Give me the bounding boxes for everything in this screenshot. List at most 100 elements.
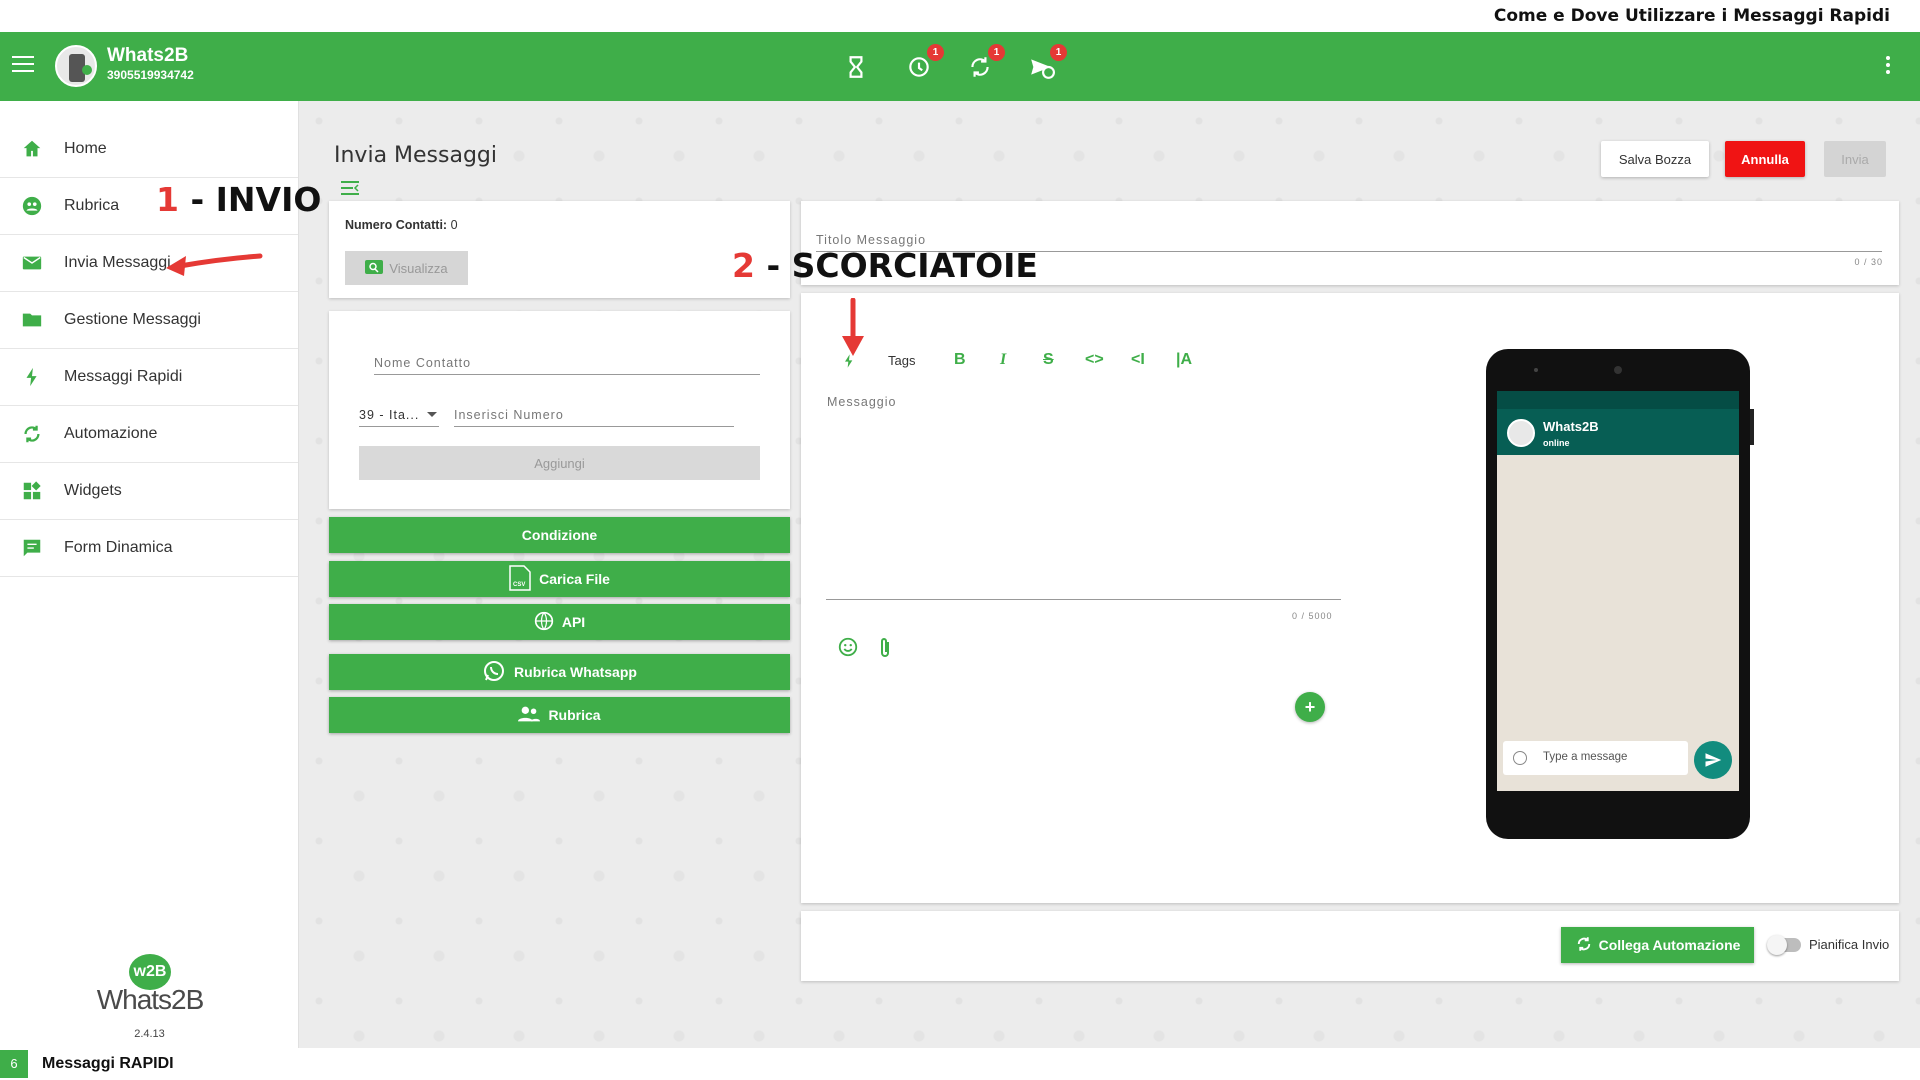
avatar[interactable] — [55, 45, 97, 87]
contacts-count-card: Numero Contatti: 0 Visualizza — [329, 201, 790, 298]
sidebar-item-label: Invia Messaggi — [64, 254, 171, 271]
sync-status-icon[interactable]: 1 — [967, 44, 1005, 80]
phone-screen: Whats2B online Type a message — [1497, 391, 1739, 791]
sidebar-item-label: Widgets — [64, 482, 122, 499]
app-version: 2.4.13 — [134, 1028, 165, 1040]
sync-icon — [1575, 935, 1593, 956]
add-button[interactable]: + — [1295, 692, 1325, 722]
sidebar-item-automazione[interactable]: Automazione — [0, 406, 298, 463]
collapse-panel-icon[interactable] — [341, 181, 359, 200]
rubrica-button[interactable]: Rubrica — [329, 697, 790, 733]
save-draft-button[interactable]: Salva Bozza — [1601, 141, 1709, 177]
widgets-icon — [20, 479, 44, 503]
wa-contact-status: online — [1543, 438, 1570, 448]
dropdown-arrow-icon — [427, 412, 437, 417]
contacts-icon — [20, 194, 44, 218]
sidebar-item-widgets[interactable]: Widgets — [0, 463, 298, 520]
people-icon — [518, 705, 548, 726]
attach-icon[interactable] — [877, 636, 893, 665]
sidebar-item-label: Home — [64, 140, 107, 157]
annotation-arrow-down-icon — [842, 298, 864, 356]
wa-contact-name: Whats2B — [1543, 419, 1599, 434]
app-bar: Whats2B 3905519934742 1 1 1 — [0, 32, 1920, 101]
whatsapp-contacts-button[interactable]: Rubrica Whatsapp — [329, 654, 790, 690]
country-code-select[interactable]: 39 - Ita... — [359, 408, 439, 427]
csv-file-icon: CSV — [509, 564, 539, 594]
add-contact-card: Nome Contatto 39 - Ita... Inserisci Nume… — [329, 311, 790, 509]
italic-icon[interactable]: I — [1000, 351, 1006, 369]
hamburger-menu-icon[interactable] — [12, 56, 34, 74]
bold-icon[interactable]: B — [954, 351, 966, 369]
search-icon — [365, 259, 384, 277]
account-name: Whats2B — [107, 45, 189, 66]
folder-icon — [20, 308, 44, 332]
sidebar-item-gestione-messaggi[interactable]: Gestione Messaggi — [0, 292, 298, 349]
footer-title: Messaggi RAPIDI — [42, 1055, 174, 1072]
whats2b-logo: w2B Whats2B — [95, 954, 205, 1016]
globe-icon — [534, 611, 562, 634]
history-badge: 1 — [927, 44, 944, 61]
api-button[interactable]: API — [329, 604, 790, 640]
title-char-counter: 0 / 30 — [1854, 257, 1883, 267]
code-icon[interactable]: <> — [1085, 351, 1104, 369]
text-direction-icon[interactable]: <I — [1131, 351, 1145, 369]
slide-header: Come e Dove Utilizzare i Messaggi Rapidi — [0, 0, 1920, 32]
sync-icon — [20, 422, 44, 446]
wa-chat-header: Whats2B online — [1497, 391, 1739, 455]
view-contacts-button[interactable]: Visualizza — [345, 251, 468, 285]
slide-footer: 6 Messaggi RAPIDI — [0, 1048, 1920, 1080]
account-info: Whats2B 3905519934742 — [107, 45, 194, 82]
sidebar-item-label: Automazione — [64, 425, 158, 442]
automation-card: Collega Automazione Pianifica Invio — [801, 911, 1899, 981]
history-icon[interactable]: 1 — [906, 44, 944, 80]
account-phone: 3905519934742 — [107, 68, 194, 82]
scheduled-badge: 1 — [1050, 44, 1067, 61]
tags-button[interactable]: Tags — [888, 353, 915, 368]
sidebar-item-label: Rubrica — [64, 197, 120, 214]
message-char-counter: 0 / 5000 — [1292, 611, 1333, 621]
bolt-icon — [20, 365, 44, 389]
add-contact-button[interactable]: Aggiungi — [359, 446, 760, 480]
phone-preview: Whats2B online Type a message — [1486, 349, 1754, 839]
message-textarea[interactable] — [826, 388, 1341, 600]
hourglass-icon[interactable] — [843, 54, 869, 80]
send-button[interactable]: Invia — [1824, 141, 1886, 177]
upload-file-button[interactable]: CSV Carica File — [329, 561, 790, 597]
wa-send-icon[interactable] — [1694, 741, 1732, 779]
wa-message-input[interactable]: Type a message — [1503, 741, 1688, 775]
wa-avatar — [1507, 419, 1535, 447]
contact-name-input[interactable]: Nome Contatto — [374, 356, 760, 375]
page-title: Invia Messaggi — [334, 143, 498, 168]
sidebar-item-label: Gestione Messaggi — [64, 311, 201, 328]
sidebar: Home Rubrica Invia Messaggi Gestione Mes… — [0, 101, 299, 1048]
wa-emoji-icon — [1513, 751, 1527, 765]
sidebar-item-label: Messaggi Rapidi — [64, 368, 183, 385]
mail-icon — [20, 251, 44, 275]
svg-text:CSV: CSV — [513, 582, 525, 588]
annotation-arrow-left-icon — [166, 253, 263, 276]
link-automation-button[interactable]: Collega Automazione — [1561, 927, 1754, 963]
sidebar-item-home[interactable]: Home — [0, 121, 298, 178]
annotation-invio: 1 - INVIO — [156, 180, 322, 219]
sidebar-item-form-dinamica[interactable]: Form Dinamica — [0, 520, 298, 577]
phone-number-input[interactable]: Inserisci Numero — [454, 408, 734, 427]
sidebar-item-label: Form Dinamica — [64, 539, 173, 556]
slide-title: Come e Dove Utilizzare i Messaggi Rapidi — [1493, 6, 1890, 26]
cancel-button[interactable]: Annulla — [1725, 141, 1805, 177]
condition-button[interactable]: Condizione — [329, 517, 790, 553]
sidebar-item-messaggi-rapidi[interactable]: Messaggi Rapidi — [0, 349, 298, 406]
more-options-icon[interactable] — [1886, 56, 1890, 77]
strikethrough-icon[interactable]: S — [1043, 351, 1054, 369]
emoji-icon[interactable] — [837, 636, 859, 663]
whatsapp-icon — [482, 659, 514, 686]
font-size-icon[interactable]: |A — [1176, 351, 1192, 369]
scheduled-send-icon[interactable]: 1 — [1029, 44, 1067, 80]
schedule-label: Pianifica Invio — [1809, 937, 1890, 952]
annotation-scorciatoie: 2 - SCORCIATOIE — [732, 246, 1038, 285]
home-icon — [20, 137, 44, 161]
form-icon — [20, 536, 44, 560]
page-number: 6 — [0, 1050, 28, 1078]
schedule-toggle[interactable] — [1767, 935, 1801, 955]
sync-badge: 1 — [988, 44, 1005, 61]
contacts-count: Numero Contatti: 0 — [345, 218, 458, 232]
